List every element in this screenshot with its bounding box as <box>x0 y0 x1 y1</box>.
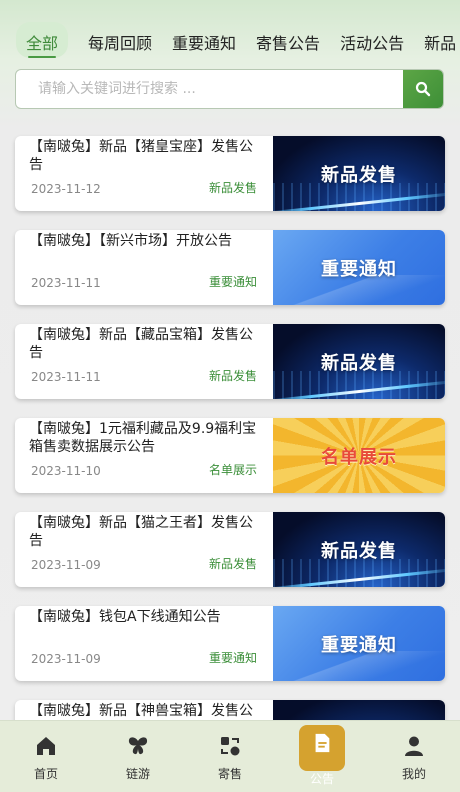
banner-text: 新品发售 <box>321 164 397 186</box>
announcement-title: 【南啵兔】新品【猫之王者】发售公告 <box>29 515 253 549</box>
banner-text: 新品发售 <box>321 540 397 562</box>
announcement-title: 【南啵兔】1元福利藏品及9.9福利宝箱售卖数据展示公告 <box>29 421 257 455</box>
announcement-banner: 新品发售 <box>273 324 445 399</box>
announcement-tag: 重要通知 <box>208 651 257 665</box>
announcement-card[interactable]: 【南啵兔】新品【猫之王者】发售公告 2023-11-09 新品发售 新品发售 <box>15 512 445 587</box>
tab-label: 链游 <box>125 767 150 781</box>
tab-label: 公告 <box>309 772 334 786</box>
announcement-card[interactable]: 【南啵兔】【新兴市场】开放公告 2023-11-11 重要通知 重要通知 <box>15 230 445 305</box>
announcement-tag: 名单展示 <box>208 463 257 477</box>
announcement-list: 【南啵兔】新品【猪皇宝座】发售公告 2023-11-12 新品发售 新品发售 【… <box>15 136 445 792</box>
announcement-banner: 新品发售 <box>273 512 445 587</box>
search-bar <box>15 69 444 109</box>
banner-text: 重要通知 <box>321 258 397 280</box>
announcement-date: 2023-11-09 <box>31 652 101 666</box>
tab-label: 我的 <box>401 767 426 781</box>
butterfly-icon <box>125 733 151 759</box>
announcement-tag: 新品发售 <box>208 181 257 195</box>
announcement-banner: 重要通知 <box>273 230 445 305</box>
tab-label: 寄售 <box>217 767 242 781</box>
announcement-card[interactable]: 【南啵兔】新品【藏品宝箱】发售公告 2023-11-11 新品发售 新品发售 <box>15 324 445 399</box>
tab-important-notice[interactable]: 重要通知 <box>172 22 236 58</box>
bottom-tab-bar: 首页 链游 寄售 公告 我的 <box>0 720 460 792</box>
announcement-card[interactable]: 【南啵兔】钱包A下线通知公告 2023-11-09 重要通知 重要通知 <box>15 606 445 681</box>
announcement-tag: 新品发售 <box>208 557 257 571</box>
announcement-title: 【南啵兔】【新兴市场】开放公告 <box>29 233 232 249</box>
announcement-tag: 重要通知 <box>208 275 257 289</box>
search-icon <box>415 81 431 97</box>
tab-consignment[interactable]: 寄售公告 <box>256 22 320 58</box>
tab-new-products[interactable]: 新品 <box>424 22 456 58</box>
announcement-date: 2023-11-11 <box>31 370 101 384</box>
category-tabs: 全部 每周回顾 重要通知 寄售公告 活动公告 新品 <box>0 22 460 62</box>
announcement-tag: 新品发售 <box>208 369 257 383</box>
announcement-card[interactable]: 【南啵兔】1元福利藏品及9.9福利宝箱售卖数据展示公告 2023-11-10 名… <box>15 418 445 493</box>
document-icon <box>299 725 345 771</box>
tab-announcements[interactable]: 公告 <box>276 721 368 792</box>
banner-text: 重要通知 <box>321 634 397 656</box>
announcement-title: 【南啵兔】钱包A下线通知公告 <box>29 609 221 625</box>
tab-weekly-review[interactable]: 每周回顾 <box>88 22 152 58</box>
banner-text: 新品发售 <box>321 352 397 374</box>
tab-home[interactable]: 首页 <box>0 721 92 792</box>
announcement-date: 2023-11-09 <box>31 558 101 572</box>
search-button[interactable] <box>403 70 443 108</box>
announcement-date: 2023-11-10 <box>31 464 101 478</box>
home-icon <box>33 733 59 759</box>
announcement-banner: 重要通知 <box>273 606 445 681</box>
announcement-card[interactable]: 【南啵兔】新品【猪皇宝座】发售公告 2023-11-12 新品发售 新品发售 <box>15 136 445 211</box>
announcement-title: 【南啵兔】新品【猪皇宝座】发售公告 <box>29 139 253 173</box>
exchange-icon <box>217 733 243 759</box>
tab-consign[interactable]: 寄售 <box>184 721 276 792</box>
announcement-date: 2023-11-11 <box>31 276 101 290</box>
announcement-date: 2023-11-12 <box>31 182 101 196</box>
tab-profile[interactable]: 我的 <box>368 721 460 792</box>
announcement-banner: 新品发售 <box>273 136 445 211</box>
announcement-banner: 名单展示 <box>273 418 445 493</box>
banner-text: 名单展示 <box>321 446 397 468</box>
tab-all[interactable]: 全部 <box>16 22 69 58</box>
tab-label: 首页 <box>33 767 58 781</box>
tab-events[interactable]: 活动公告 <box>340 22 404 58</box>
user-icon <box>401 733 427 759</box>
announcement-title: 【南啵兔】新品【藏品宝箱】发售公告 <box>29 327 253 361</box>
search-input[interactable] <box>16 70 403 108</box>
tab-chain-games[interactable]: 链游 <box>92 721 184 792</box>
